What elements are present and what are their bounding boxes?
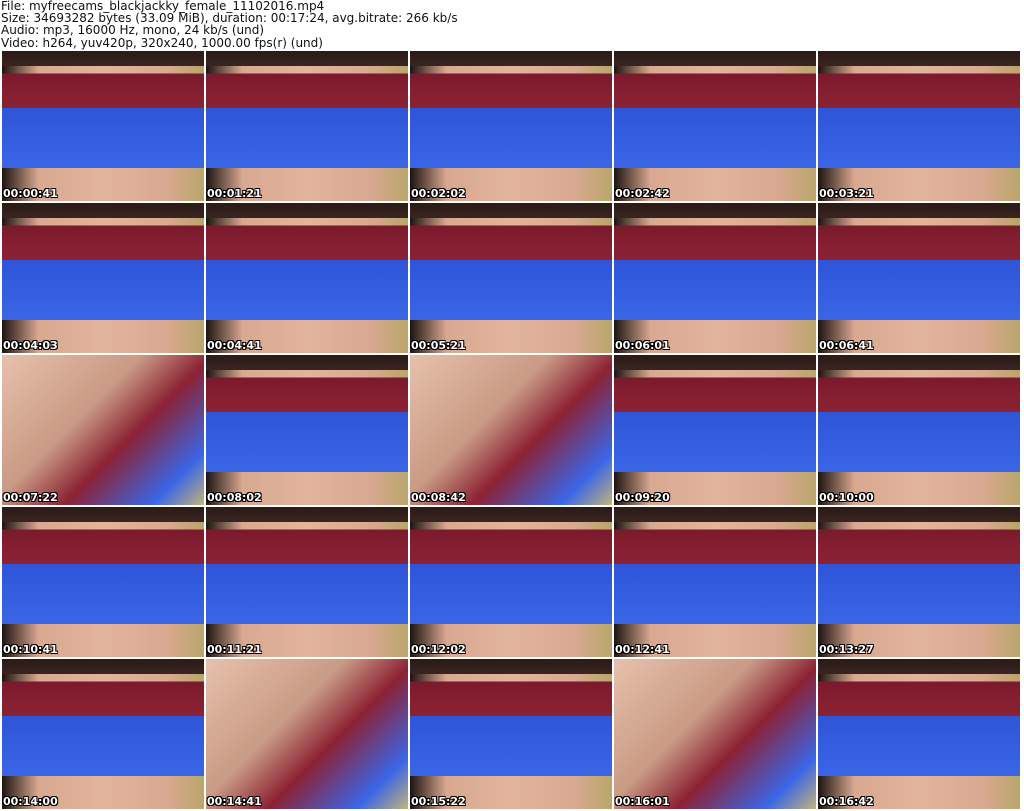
thumbnail-timestamp: 00:08:42	[411, 491, 466, 504]
file-info-header: File: myfreecams_blackjackky_female_1110…	[1, 0, 458, 49]
video-thumbnail: 00:14:00	[2, 659, 204, 809]
thumbnail-timestamp: 00:10:41	[3, 643, 58, 656]
video-thumbnail: 00:10:00	[818, 355, 1020, 505]
video-thumbnail: 00:08:02	[206, 355, 408, 505]
thumbnail-timestamp: 00:00:41	[3, 187, 58, 200]
thumbnail-timestamp: 00:12:41	[615, 643, 670, 656]
video-thumbnail: 00:05:21	[410, 203, 612, 353]
video-thumbnail: 00:13:27	[818, 507, 1020, 657]
video-thumbnail: 00:03:21	[818, 51, 1020, 201]
thumbnail-timestamp: 00:16:01	[615, 795, 670, 808]
thumbnail-timestamp: 00:05:21	[411, 339, 466, 352]
video-info: Video: h264, yuv420p, 320x240, 1000.00 f…	[1, 35, 323, 50]
audio-info: Audio: mp3, 16000 Hz, mono, 24 kb/s (und…	[1, 23, 265, 38]
video-thumbnail: 00:12:41	[614, 507, 816, 657]
video-thumbnail: 00:09:20	[614, 355, 816, 505]
video-thumbnail: 00:16:01	[614, 659, 816, 809]
video-thumbnail: 00:11:21	[206, 507, 408, 657]
video-thumbnail: 00:04:03	[2, 203, 204, 353]
thumbnail-timestamp: 00:06:01	[615, 339, 670, 352]
thumbnail-timestamp: 00:01:21	[207, 187, 262, 200]
thumbnail-timestamp: 00:06:41	[819, 339, 874, 352]
video-thumbnail: 00:06:01	[614, 203, 816, 353]
video-thumbnail: 00:00:41	[2, 51, 204, 201]
video-thumbnail: 00:04:41	[206, 203, 408, 353]
thumbnail-timestamp: 00:14:41	[207, 795, 262, 808]
video-thumbnail: 00:02:02	[410, 51, 612, 201]
thumbnail-timestamp: 00:12:02	[411, 643, 466, 656]
video-thumbnail: 00:10:41	[2, 507, 204, 657]
video-thumbnail: 00:08:42	[410, 355, 612, 505]
thumbnail-timestamp: 00:14:00	[3, 795, 58, 808]
thumbnail-timestamp: 00:04:03	[3, 339, 58, 352]
video-thumbnail: 00:07:22	[2, 355, 204, 505]
video-thumbnail: 00:12:02	[410, 507, 612, 657]
thumbnail-grid: 00:00:41 00:01:21 00:02:02 00:02:42 00:03:21…	[2, 51, 1020, 809]
thumbnail-timestamp: 00:04:41	[207, 339, 262, 352]
thumbnail-timestamp: 00:11:21	[207, 643, 262, 656]
video-thumbnail: 00:01:21	[206, 51, 408, 201]
video-thumbnail: 00:14:41	[206, 659, 408, 809]
video-thumbnail: 00:06:41	[818, 203, 1020, 353]
thumbnail-timestamp: 00:10:00	[819, 491, 874, 504]
thumbnail-timestamp: 00:15:22	[411, 795, 466, 808]
thumbnail-timestamp: 00:08:02	[207, 491, 262, 504]
thumbnail-timestamp: 00:02:02	[411, 187, 466, 200]
video-thumbnail: 00:15:22	[410, 659, 612, 809]
video-thumbnail: 00:16:42	[818, 659, 1020, 809]
thumbnail-timestamp: 00:03:21	[819, 187, 874, 200]
video-thumbnail: 00:02:42	[614, 51, 816, 201]
thumbnail-timestamp: 00:16:42	[819, 795, 874, 808]
thumbnail-timestamp: 00:09:20	[615, 491, 670, 504]
thumbnail-timestamp: 00:02:42	[615, 187, 670, 200]
thumbnail-timestamp: 00:13:27	[819, 643, 874, 656]
thumbnail-timestamp: 00:07:22	[3, 491, 58, 504]
